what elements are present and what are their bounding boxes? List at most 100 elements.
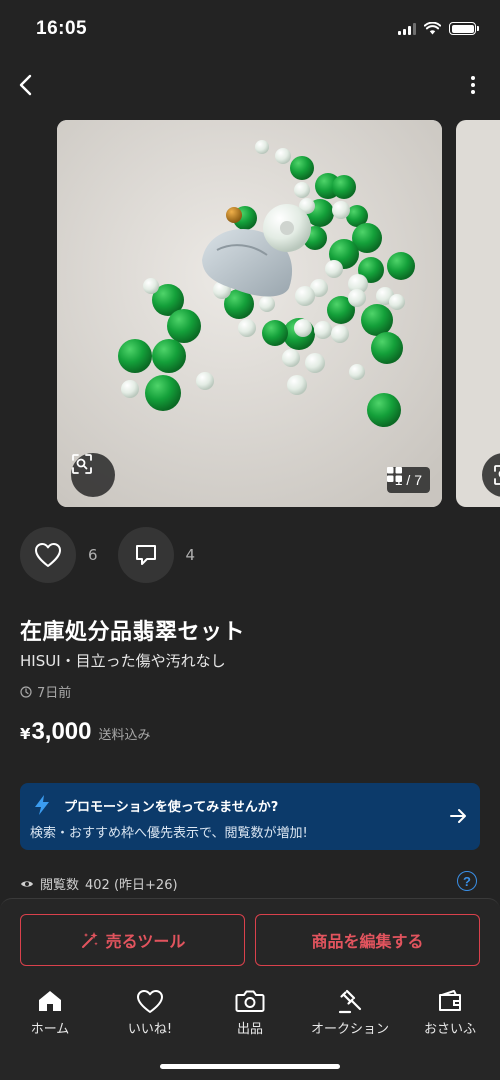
tab-likes[interactable]: いいね! [100, 987, 200, 1043]
pale-jade-bead [295, 286, 315, 306]
pale-jade-bead [389, 294, 405, 310]
green-jade-bead [262, 320, 288, 346]
status-icons [398, 22, 479, 35]
more-options-button[interactable] [468, 70, 478, 100]
gavel-icon [338, 989, 362, 1014]
price-value: 3,000 [31, 718, 92, 745]
comment-icon [135, 545, 156, 565]
product-photo[interactable]: 1 / 7 [57, 120, 442, 507]
pale-jade-bead [332, 201, 350, 219]
photo-counter: 1 / 7 [386, 467, 430, 493]
more-vertical-icon [471, 76, 475, 94]
heart-icon [137, 989, 163, 1013]
pale-jade-bead [294, 319, 312, 337]
tab-wallet[interactable]: おさいふ [400, 987, 500, 1043]
image-search-icon [494, 465, 500, 485]
green-jade-bead [332, 175, 356, 199]
back-arrow-icon [19, 74, 32, 96]
tab-listing-label: 出品 [236, 1022, 263, 1037]
nav-bar [0, 62, 500, 108]
like-count: 6 [88, 546, 98, 564]
sparkle-wand-icon [81, 932, 98, 948]
pale-jade-bead [121, 380, 139, 398]
like-button[interactable] [20, 527, 76, 583]
posted-time-text: 7日前 [37, 686, 72, 701]
next-photo-preview[interactable] [456, 120, 500, 507]
posted-time: 7日前 [20, 682, 71, 701]
item-subtitle: HISUI・目立った傷や汚れなし [20, 652, 226, 670]
green-jade-bead [361, 304, 393, 336]
comment-count: 4 [185, 546, 196, 564]
lightning-icon [35, 795, 49, 815]
jade-beads-image [57, 120, 442, 507]
price-row: ¥ 3,000 送料込み [20, 718, 151, 746]
battery-icon [449, 22, 479, 35]
pale-jade-bead [348, 289, 366, 307]
image-search-button[interactable] [71, 453, 115, 497]
pale-jade-bead [282, 349, 300, 367]
shipping-note: 送料込み [98, 728, 151, 743]
green-jade-bead [371, 332, 403, 364]
tab-home-label: ホーム [30, 1022, 70, 1037]
photo-gallery[interactable]: 1 / 7 [0, 120, 500, 507]
tab-bar: ホーム いいね! 出品 オークション おさいふ [0, 987, 500, 1043]
view-count-value: 402 (昨日+26) [85, 878, 178, 893]
pale-jade-bead [287, 375, 307, 395]
item-title: 在庫処分品翡翠セット [20, 620, 246, 645]
pale-jade-bead [331, 325, 349, 343]
edit-item-label: 商品を編集する [311, 932, 424, 951]
pale-jade-bead [305, 353, 325, 373]
sell-tools-button[interactable]: 売るツール [20, 914, 245, 966]
tab-listing[interactable]: 出品 [200, 987, 300, 1043]
promotion-banner[interactable]: プロモーションを使ってみませんか? 検索・おすすめ枠へ優先表示で、閲覧数が増加! [20, 783, 480, 850]
pale-jade-bead [349, 364, 365, 380]
green-jade-bead [290, 156, 314, 180]
edit-item-button[interactable]: 商品を編集する [255, 914, 480, 966]
heart-icon [35, 543, 61, 567]
pale-jade-bead [294, 182, 310, 198]
pale-jade-bead [259, 296, 275, 312]
pale-jade-bead [314, 321, 332, 339]
green-jade-bead [387, 252, 415, 280]
tab-likes-label: いいね! [127, 1022, 173, 1037]
grid-icon [386, 467, 402, 482]
view-count-label: 閲覧数 [40, 878, 80, 893]
wallet-icon [439, 990, 461, 1011]
bottom-panel: 売るツール 商品を編集する ホーム いいね! 出品 オークション おさいふ [0, 898, 500, 1080]
view-count: 閲覧数 402 (昨日+26) [20, 874, 178, 893]
green-jade-bead [118, 339, 152, 373]
sell-tools-label: 売るツール [105, 932, 186, 951]
status-time: 16:05 [36, 18, 88, 39]
back-button[interactable] [12, 70, 42, 100]
pale-jade-bead [275, 148, 291, 164]
green-jade-bead [167, 309, 201, 343]
pale-jade-bead [325, 260, 343, 278]
wifi-icon [424, 22, 441, 35]
item-actions: 6 4 [20, 527, 215, 583]
pale-jade-bead [143, 278, 159, 294]
image-search-icon [72, 454, 92, 474]
tab-auction-label: オークション [310, 1022, 389, 1037]
camera-icon [235, 990, 265, 1012]
tab-home[interactable]: ホーム [0, 987, 100, 1043]
tab-wallet-label: おさいふ [423, 1022, 476, 1037]
promotion-title: プロモーションを使ってみませんか? [64, 800, 279, 815]
pale-jade-bead [238, 319, 256, 337]
pale-jade-bead [196, 372, 214, 390]
cellular-signal-icon [398, 22, 416, 35]
status-bar: 16:05 [0, 0, 500, 60]
green-jade-bead [367, 393, 401, 427]
green-jade-bead [145, 375, 181, 411]
tab-auction[interactable]: オークション [300, 987, 400, 1043]
clock-icon [20, 685, 32, 698]
comment-button[interactable] [117, 527, 174, 583]
home-indicator [160, 1064, 340, 1069]
image-search-button-next[interactable] [482, 453, 500, 497]
green-jade-bead [152, 339, 186, 373]
home-icon [39, 991, 61, 1011]
eye-icon [21, 880, 33, 887]
pale-jade-bead [255, 140, 269, 154]
help-icon[interactable]: ? [457, 871, 477, 891]
arrow-right-icon [450, 809, 466, 823]
price-currency: ¥ [20, 725, 31, 743]
